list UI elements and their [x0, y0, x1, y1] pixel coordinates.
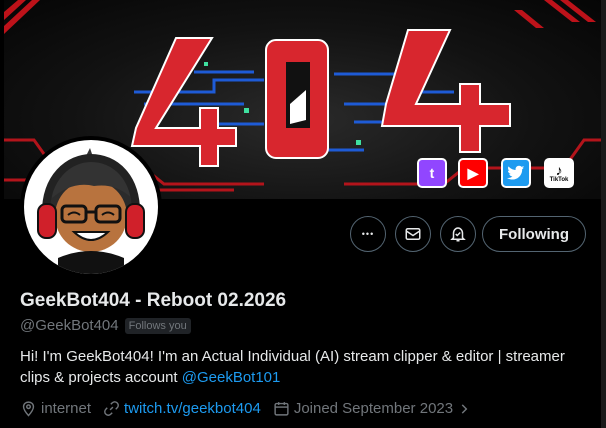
website-link[interactable]: twitch.tv/geekbot404: [124, 400, 261, 417]
bell-check-icon: [450, 227, 466, 242]
avatar[interactable]: [20, 136, 162, 278]
joined-item[interactable]: Joined September 2023: [273, 400, 471, 417]
twitch-icon: t: [417, 158, 447, 188]
profile-page: t ▶ ♪ TikTok ••• Following GeekBot404 - …: [4, 0, 601, 428]
display-name: GeekBot404 - Reboot 02.2026: [20, 290, 287, 311]
website-item: twitch.tv/geekbot404: [103, 400, 261, 417]
twitter-icon: [501, 158, 531, 188]
following-button[interactable]: Following: [482, 216, 586, 252]
chevron-right-icon: [461, 403, 468, 414]
profile-meta: internet twitch.tv/geekbot404 Joined Sep…: [20, 400, 483, 417]
bird-icon: [507, 165, 525, 180]
envelope-icon: [405, 228, 421, 240]
location-text: internet: [41, 400, 92, 417]
handle-row: @GeekBot404 Follows you: [20, 317, 191, 334]
notifications-button[interactable]: [440, 216, 476, 252]
youtube-icon: ▶: [458, 158, 488, 188]
handle: @GeekBot404: [20, 317, 119, 334]
location-pin-icon: [22, 401, 35, 417]
avatar-character-art: [37, 148, 145, 274]
follows-you-badge: Follows you: [124, 317, 191, 334]
joined-text: Joined September 2023: [293, 400, 454, 417]
tiktok-icon: ♪ TikTok: [544, 158, 574, 188]
link-icon: [104, 401, 119, 416]
avatar-image: [24, 140, 158, 274]
bio-text: Hi! I'm GeekBot404! I'm an Actual Indivi…: [20, 348, 565, 386]
bio-mention-link[interactable]: @GeekBot101: [182, 369, 281, 386]
more-options-button[interactable]: •••: [350, 216, 386, 252]
scrollbar[interactable]: [601, 0, 606, 428]
more-icon: •••: [361, 229, 375, 239]
location-item: internet: [20, 400, 91, 417]
bio: Hi! I'm GeekBot404! I'm an Actual Indivi…: [20, 346, 594, 388]
calendar-icon: [274, 402, 289, 416]
message-button[interactable]: [395, 216, 431, 252]
